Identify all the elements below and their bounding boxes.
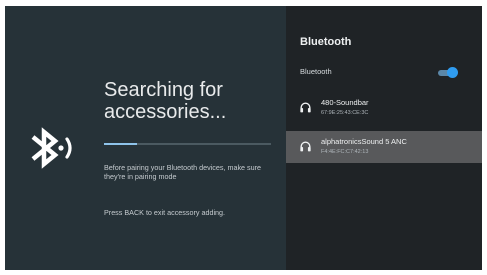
device-item-selected[interactable]: alphatronicsSound 5 ANC F4:4E:FC:C7:42:1… bbox=[286, 131, 482, 163]
device-address: 67:9E:25:43:CE:3C bbox=[321, 110, 369, 116]
device-item[interactable]: 480-Soundbar 67:9E:25:43:CE:3C bbox=[286, 92, 482, 124]
page-title: Searching for accessories... bbox=[104, 79, 227, 123]
device-name: alphatronicsSound 5 ANC bbox=[321, 137, 407, 146]
bluetooth-toggle-label: Bluetooth bbox=[300, 67, 332, 76]
device-name: 480-Soundbar bbox=[321, 98, 369, 107]
headphones-icon bbox=[300, 141, 311, 152]
search-progress-bar bbox=[104, 143, 271, 145]
tv-screen: Searching for accessories... Before pair… bbox=[5, 6, 482, 270]
exit-instructions: Press BACK to exit accessory adding. bbox=[104, 208, 226, 217]
headphones-icon bbox=[300, 102, 311, 113]
search-pane: Searching for accessories... Before pair… bbox=[5, 6, 284, 270]
device-address: F4:4E:FC:C7:42:13 bbox=[321, 149, 369, 155]
pairing-instructions: Before pairing your Bluetooth devices, m… bbox=[104, 163, 262, 181]
search-progress-fill bbox=[104, 143, 138, 145]
bluetooth-toggle-row[interactable]: Bluetooth bbox=[286, 64, 482, 82]
bluetooth-searching-icon bbox=[31, 127, 72, 169]
bluetooth-panel: Bluetooth Bluetooth 480-Soundbar 67:9E:2… bbox=[286, 6, 482, 270]
panel-title: Bluetooth bbox=[300, 36, 352, 48]
bluetooth-toggle-knob[interactable] bbox=[447, 67, 458, 78]
